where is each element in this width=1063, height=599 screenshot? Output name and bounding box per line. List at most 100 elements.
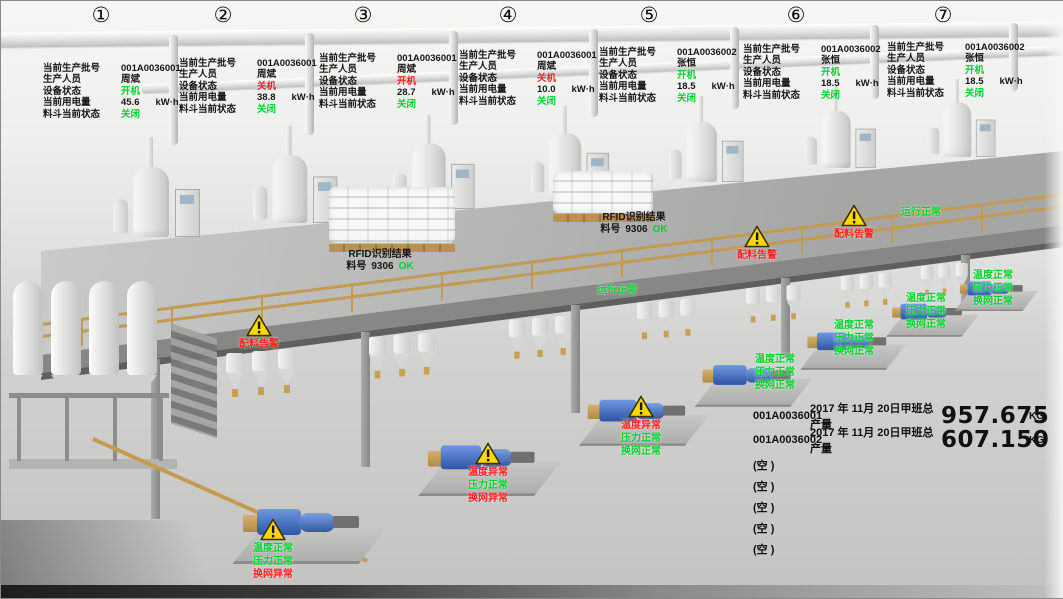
extruder-status-4-line-1: 温度正常 [755,353,795,366]
hopper-status-row: 料斗当前状态关闭 [319,99,465,110]
hopper-status-row-value: 关闭 [397,99,416,110]
hopper-status-row-value: 关闭 [821,90,840,101]
operator-row-label: 生产人员 [599,58,677,69]
operator-row: 生产人员周斌 [43,74,189,85]
extruder-status-6-line-1: 温度正常 [906,292,946,305]
hopper-status-row-value: 关闭 [257,104,276,115]
operator-row: 生产人员张恒 [887,53,1033,64]
device-status-row: 设备状态关机 [179,81,325,92]
station-panel-7[interactable]: 当前生产批号001A0036002生产人员张恒设备状态开机当前用电量18.5kW… [887,42,1033,99]
dosing-alarm-2: 配料告警 [737,225,777,262]
batch-row-label: 当前生产批号 [599,47,677,58]
extruder-status-2: 温度异常压力正常换网异常 [468,442,508,505]
batch-row: 当前生产批号001A0036001 [319,53,465,64]
batch-row: 当前生产批号001A0036001 [179,58,325,69]
warning-icon[interactable] [628,395,654,418]
power-row-value: 38.8 [257,92,276,103]
power-row-label: 当前用电量 [459,84,537,95]
station-panel-6[interactable]: 当前生产批号001A0036002生产人员张恒设备状态开机当前用电量18.5kW… [743,44,889,101]
operator-row-value: 周斌 [121,74,140,85]
hopper-status-row-value: 关闭 [121,109,140,120]
station-panel-1[interactable]: 当前生产批号001A0036001生产人员周斌设备状态开机当前用电量45.6kW… [43,63,189,120]
device-status-row-value: 开机 [121,86,140,97]
operator-row: 生产人员张恒 [599,58,745,69]
rfid-title: RFID识别结果 [600,212,667,224]
running-status-2: 运行正常 [901,206,941,219]
power-row: 当前用电量18.5kW·h [743,78,889,89]
device-status-row-label: 设备状态 [599,70,677,81]
station-panel-5[interactable]: 当前生产批号001A0036002生产人员张恒设备状态开机当前用电量18.5kW… [599,47,745,104]
station-panel-4[interactable]: 当前生产批号001A0036001生产人员周斌设备状态关机当前用电量10.0kW… [459,50,605,107]
plant-hmi-screen: ①②③④⑤⑥⑦当前生产批号001A0036001生产人员周斌设备状态开机当前用电… [0,0,1063,599]
operator-row-label: 生产人员 [743,55,821,66]
extruder-status-2-line-1: 温度异常 [468,466,508,479]
warning-icon[interactable] [841,204,867,227]
device-status-row-value: 开机 [821,67,840,78]
dosing-alarm-3: 配料告警 [834,204,874,241]
hopper-status-row-label: 料斗当前状态 [179,104,257,115]
hopper-status-row: 料斗当前状态关闭 [887,88,1033,99]
operator-row-label: 生产人员 [459,61,537,72]
batch-row: 当前生产批号001A0036001 [43,63,189,74]
extruder-status-5-line-2: 压力正常 [834,332,874,345]
extruder-status-3: 温度异常压力正常换网正常 [621,395,661,458]
warning-icon[interactable] [246,314,272,337]
running-status-1: 运行正常 [597,284,637,297]
rfid-result-label-2: RFID识别结果料号 9306 OK [600,212,667,236]
extruder-status-5-line-3: 换网正常 [834,345,874,358]
power-row-value: 18.5 [821,78,840,89]
power-unit: kW·h [1000,76,1023,87]
dosing-alarm-1: 配料告警 [239,314,279,351]
line-number-4: ④ [499,3,518,27]
extruder-status-5: 温度正常压力正常换网正常 [834,319,874,358]
extruder-status-7-line-3: 换网正常 [973,295,1013,308]
line-number-6: ⑥ [787,3,806,27]
power-row: 当前用电量18.5kW·h [599,81,745,92]
power-row: 当前用电量28.7kW·h [319,87,465,98]
hopper-status-row-value: 关闭 [677,93,696,104]
extruder-status-1: 温度正常压力正常换网异常 [253,518,293,581]
warning-icon[interactable] [260,518,286,541]
operator-row: 生产人员周斌 [319,64,465,75]
operator-row-value: 张恒 [821,55,840,66]
batch-row: 当前生产批号001A0036001 [459,50,605,61]
batch-row-label: 当前生产批号 [319,53,397,64]
summary-date: 2017 年 11月 20日甲班总产量 [810,424,941,456]
power-row-label: 当前用电量 [43,97,121,108]
summary-value: 957.675 [941,403,1029,429]
extruder-status-5-line-1: 温度正常 [834,319,874,332]
operator-row-label: 生产人员 [319,64,397,75]
device-status-row: 设备状态开机 [43,86,189,97]
device-status-row: 设备状态开机 [887,65,1033,76]
power-row-value: 18.5 [965,76,984,87]
extruder-status-6-line-2: 压力正常 [906,305,946,318]
rfid-status: OK [653,224,668,235]
station-panel-3[interactable]: 当前生产批号001A0036001生产人员周斌设备状态开机当前用电量28.7kW… [319,53,465,110]
hopper-status-row-label: 料斗当前状态 [319,99,397,110]
operator-row-label: 生产人员 [43,74,121,85]
extruder-status-4-line-2: 压力正常 [755,366,795,379]
batch-row-value: 001A0036001 [537,50,597,61]
rfid-material-line: 料号 9306 OK [600,224,667,236]
power-row-value: 10.0 [537,84,556,95]
batch-row-value: 001A0036002 [677,47,737,58]
rfid-value: 9306 [371,261,393,272]
warning-icon[interactable] [475,442,501,465]
station-panel-2[interactable]: 当前生产批号001A0036001生产人员周斌设备状态关机当前用电量38.8kW… [179,58,325,115]
operator-row-value: 周斌 [257,69,276,80]
batch-row-label: 当前生产批号 [459,50,537,61]
hopper-status-row: 料斗当前状态关闭 [459,96,605,107]
warning-icon[interactable] [744,225,770,248]
extruder-status-2-line-2: 压力正常 [468,479,508,492]
device-status-row-label: 设备状态 [887,65,965,76]
device-status-row-value: 开机 [397,76,416,87]
device-status-row-value: 开机 [965,65,984,76]
hopper-status-row-value: 关闭 [965,88,984,99]
hopper-status-row-label: 料斗当前状态 [743,90,821,101]
device-status-row-label: 设备状态 [179,81,257,92]
hopper-status-row-label: 料斗当前状态 [887,88,965,99]
rfid-value: 9306 [625,224,647,235]
rfid-field: 料号 [600,224,620,235]
hopper-status-row: 料斗当前状态关闭 [743,90,889,101]
batch-row: 当前生产批号001A0036002 [743,44,889,55]
